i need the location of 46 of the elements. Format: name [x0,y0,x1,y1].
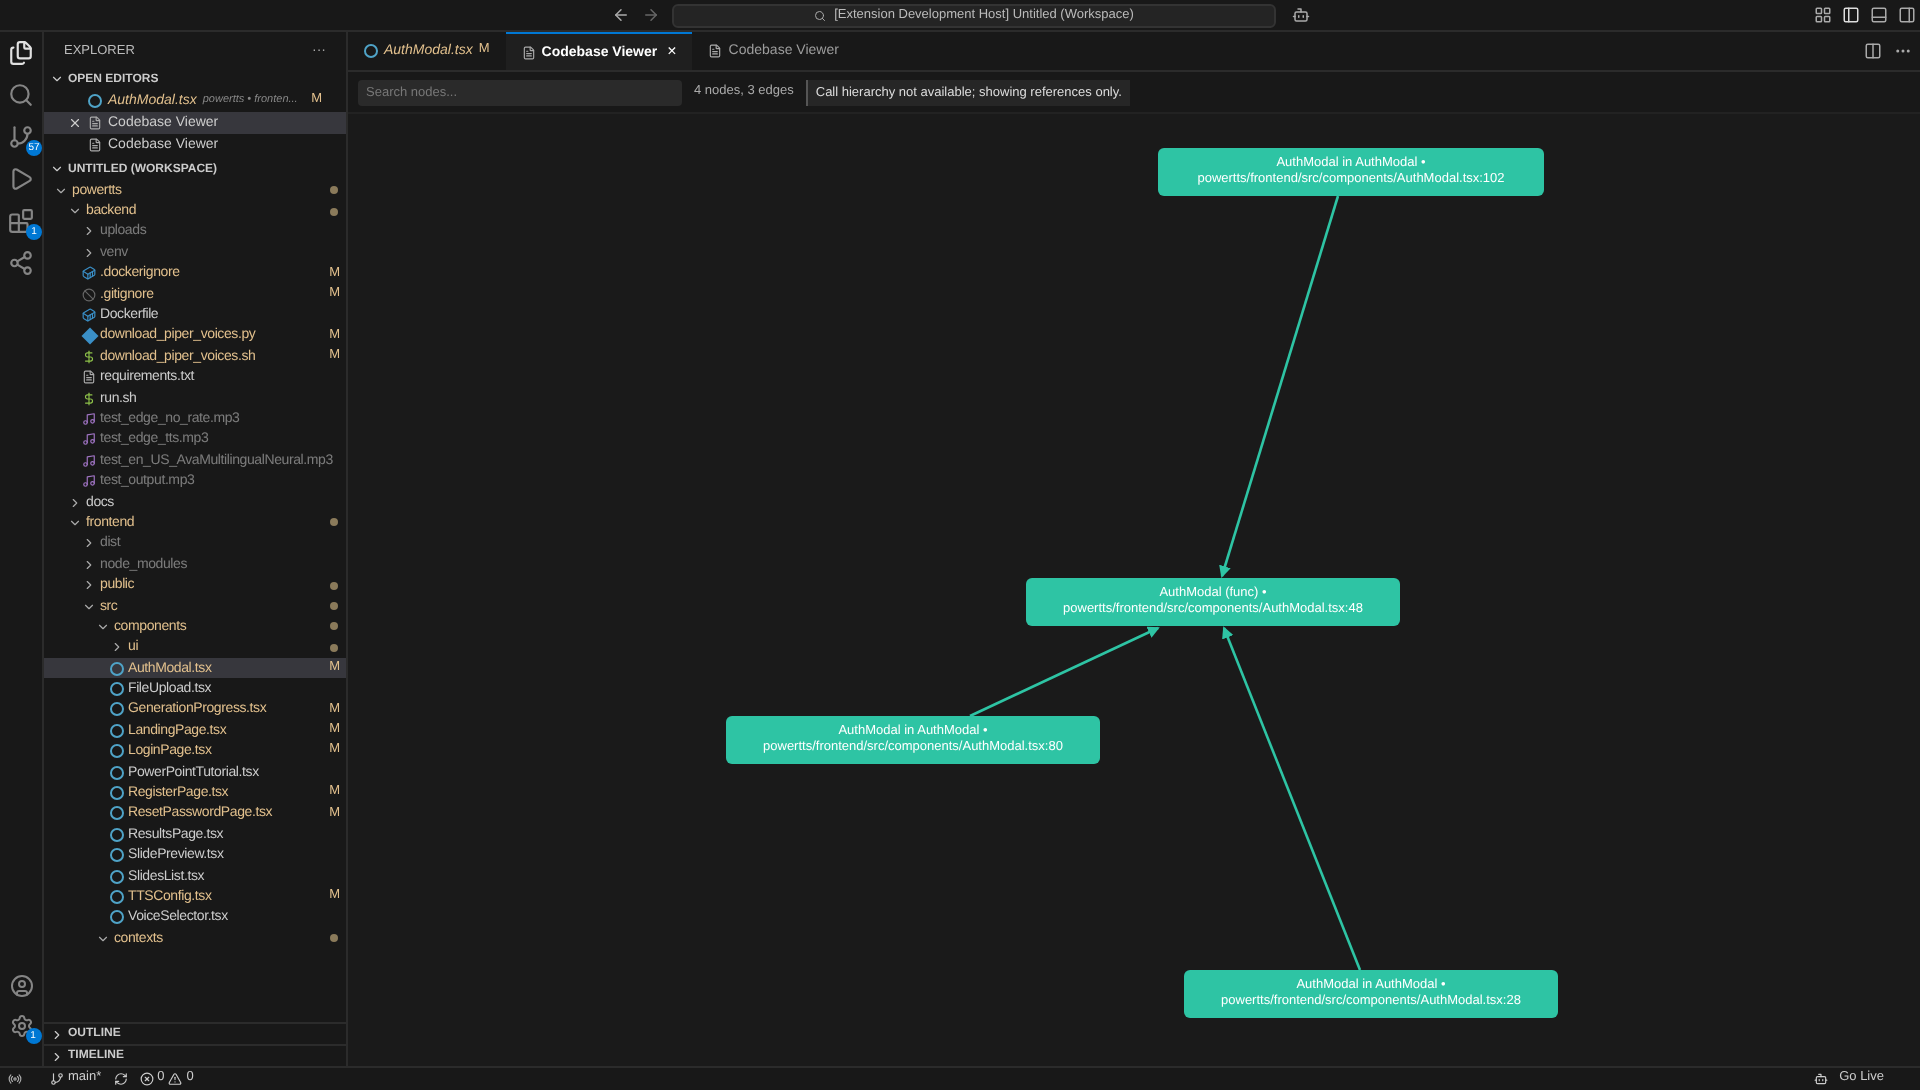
music-icon [82,474,96,489]
document-icon [88,116,102,130]
close-button[interactable]: × [667,44,677,60]
warning-icon [168,1072,183,1086]
container-icon [82,308,96,323]
panel-bottom-icon[interactable] [1870,6,1888,24]
close-icon[interactable] [68,116,82,130]
chevron-down-icon [50,72,64,86]
error-icon [139,1072,154,1086]
chevron-down-icon [96,931,110,946]
sync-icon[interactable] [113,1072,128,1086]
remote-icon[interactable] [8,1072,22,1086]
music-icon [82,432,96,447]
blocks-icon[interactable] [8,208,34,234]
document-icon [708,44,723,58]
panel-right-icon[interactable] [1898,6,1916,24]
document-icon [521,45,536,59]
play-icon[interactable] [8,166,34,192]
chevron-right-icon [68,495,82,510]
files-icon[interactable] [8,40,34,66]
container-icon [82,266,96,281]
music-icon [82,411,96,426]
document-icon [82,370,96,385]
forward-arrow-icon[interactable] [642,6,660,24]
panel-left-icon[interactable] [1842,6,1860,24]
music-icon [82,453,96,468]
react-file-icon [88,94,102,108]
settings-icon[interactable] [9,1014,33,1038]
dollar-icon [82,349,96,364]
back-arrow-icon[interactable] [612,6,630,24]
chevron-down-icon [68,515,82,530]
search-icon [814,10,827,22]
split-editor-icon[interactable] [1864,42,1882,60]
account-icon[interactable] [9,974,33,998]
chevron-right-icon [110,640,124,655]
react-file-icon [364,44,378,58]
share-icon[interactable] [8,250,34,276]
document-icon [88,138,102,152]
layout-icon[interactable] [1814,6,1832,24]
dollar-icon [82,391,96,406]
bot-icon[interactable] [1292,6,1310,24]
ban-icon [82,287,96,302]
search-icon[interactable] [8,82,34,108]
branch-icon [50,1072,64,1086]
python-file-icon [80,327,98,345]
bot-icon[interactable] [1813,1072,1828,1086]
